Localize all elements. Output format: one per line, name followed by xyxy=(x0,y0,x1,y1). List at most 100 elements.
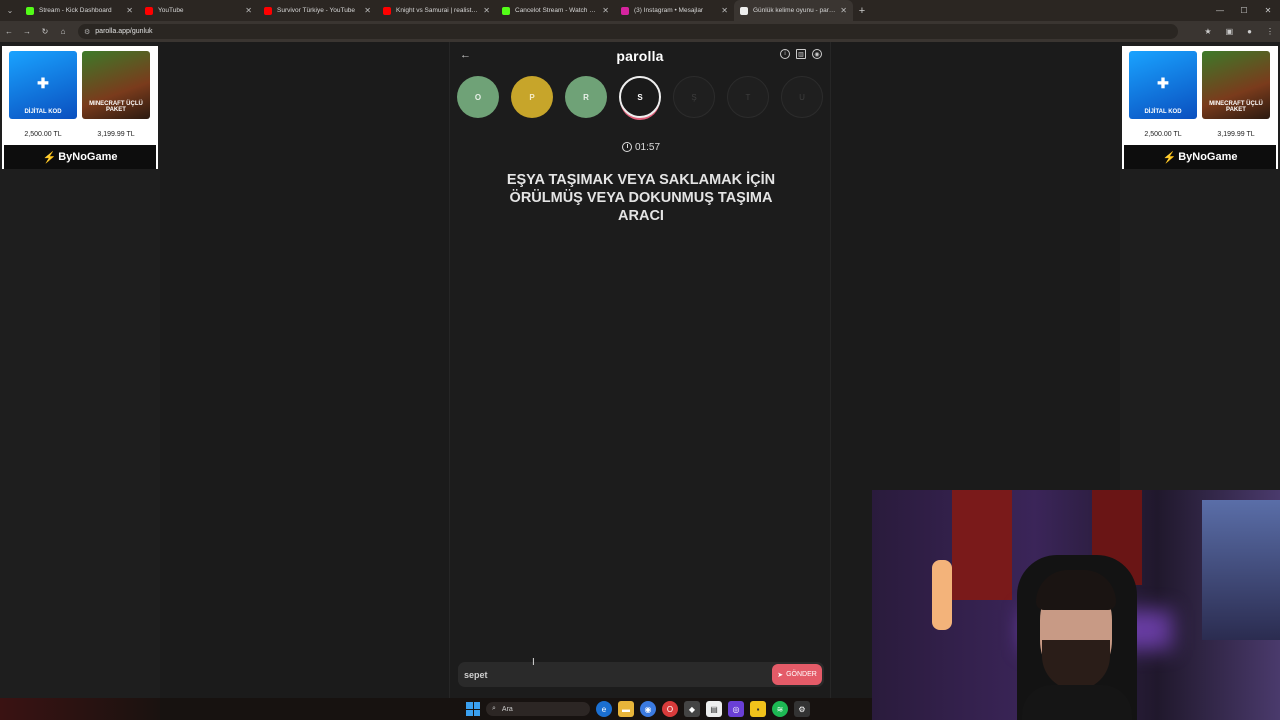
brand-bar[interactable]: ⚡ ByNoGame xyxy=(1124,145,1276,169)
youtube-icon xyxy=(145,6,153,15)
reload-icon[interactable]: ↻ xyxy=(36,27,54,36)
answer-input[interactable] xyxy=(464,666,764,683)
tab-title: Knight vs Samurai | realistic, m xyxy=(396,7,480,14)
edge-icon[interactable]: e xyxy=(596,701,612,717)
brand-bar[interactable]: ⚡ ByNoGame xyxy=(4,145,156,169)
product-price: 3,199.99 TL xyxy=(1217,131,1255,138)
answer-form: ➤GÖNDER xyxy=(458,662,824,687)
maximize-icon[interactable]: ☐ xyxy=(1232,0,1256,21)
back-arrow-icon[interactable]: ← xyxy=(0,27,18,36)
info-icon[interactable]: i xyxy=(780,49,790,59)
product-price: 2,500.00 TL xyxy=(24,131,62,138)
minimize-icon[interactable]: — xyxy=(1208,0,1232,21)
tab-title: Survivor Türkiye - YouTube xyxy=(277,7,356,14)
letter-circle-upcoming: T xyxy=(727,76,769,118)
brand-name: ByNoGame xyxy=(1178,151,1238,163)
browser-tab[interactable]: (3) Instagram • Mesajlar ✕ xyxy=(615,0,734,21)
webcam-overlay xyxy=(872,490,1280,720)
brand-name: ByNoGame xyxy=(58,151,118,163)
browser-tab[interactable]: Stream - Kick Dashboard ✕ xyxy=(20,0,139,21)
send-plane-icon: ➤ xyxy=(777,671,784,679)
letter-circle-upcoming: Ş xyxy=(673,76,715,118)
browser-tab[interactable]: Cancelot Stream - Watch Live o ✕ xyxy=(496,0,615,21)
playstation-card-image[interactable]: ✚ DİJİTAL KOD xyxy=(9,51,77,119)
playstation-plus-icon: ✚ xyxy=(37,75,49,91)
tab-title: Günlük kelime oyunu - parolla xyxy=(753,7,837,14)
youtube-icon xyxy=(383,6,391,15)
browser-tab-bar: ⌄ Stream - Kick Dashboard ✕ YouTube ✕ Surviv… xyxy=(0,0,1280,21)
new-tab-button[interactable]: + xyxy=(853,5,871,17)
browser-tab[interactable]: Knight vs Samurai | realistic, m ✕ xyxy=(377,0,496,21)
clock-icon xyxy=(621,142,632,152)
notepad-icon[interactable]: ▤ xyxy=(706,701,722,717)
question-text: EŞYA TAŞIMAK VEYA SAKLAMAK İÇİN ÖRÜLMÜŞ … xyxy=(506,172,776,224)
playstation-card-image[interactable]: ✚ DİJİTAL KOD xyxy=(1129,51,1197,119)
header-icons: i ▥ ◉ xyxy=(780,49,822,59)
url-text: parolla.app/gunluk xyxy=(95,28,153,35)
back-arrow-icon[interactable]: ← xyxy=(460,49,471,61)
taskbar-search[interactable]: ⌕ Ara xyxy=(486,702,590,716)
bookmark-star-icon[interactable]: ★ xyxy=(1204,27,1211,36)
close-tab-icon[interactable]: ✕ xyxy=(602,6,609,15)
spotify-icon[interactable]: ≋ xyxy=(772,701,788,717)
game-logo: parolla xyxy=(616,48,664,64)
letter-circle-current: S xyxy=(619,76,661,118)
youtube-icon xyxy=(264,6,272,15)
close-tab-icon[interactable]: ✕ xyxy=(840,6,847,15)
text-cursor-icon: I xyxy=(532,657,535,668)
close-tab-icon[interactable]: ✕ xyxy=(721,6,728,15)
extensions-icon[interactable]: ▣ xyxy=(1226,27,1234,36)
tab-title: (3) Instagram • Mesajlar xyxy=(634,7,704,14)
browser-menu-icon[interactable]: ⋮ xyxy=(1266,27,1274,36)
url-field[interactable]: ⚙ parolla.app/gunluk xyxy=(78,24,1178,39)
gear-icon[interactable]: ⚙ xyxy=(794,701,810,717)
close-tab-icon[interactable]: ✕ xyxy=(126,6,133,15)
right-ad-banner[interactable]: ✚ DİJİTAL KOD MINECRAFT ÜÇLÜ PAKET 2,500… xyxy=(1122,46,1278,169)
timer-value: 01:57 xyxy=(634,142,661,153)
product-label: MINECRAFT ÜÇLÜ PAKET xyxy=(89,101,143,113)
sticky-notes-icon[interactable]: ▪ xyxy=(750,701,766,717)
product-price: 2,500.00 TL xyxy=(1144,131,1182,138)
close-tab-icon[interactable]: ✕ xyxy=(364,6,371,15)
stats-icon[interactable]: ▥ xyxy=(796,49,806,59)
forward-arrow-icon[interactable]: → xyxy=(18,27,36,36)
taskbar-wallpaper xyxy=(0,698,160,720)
home-icon[interactable]: ⌂ xyxy=(54,27,72,36)
product-price: 3,199.99 TL xyxy=(97,131,135,138)
product-label: MINECRAFT ÜÇLÜ PAKET xyxy=(1209,101,1263,113)
send-label: GÖNDER xyxy=(786,671,817,678)
letter-wheel: OPRSŞTU xyxy=(457,76,823,118)
browser-tab[interactable]: Survivor Türkiye - YouTube ✕ xyxy=(258,0,377,21)
settings-app-icon[interactable]: ◆ xyxy=(684,701,700,717)
close-tab-icon[interactable]: ✕ xyxy=(245,6,252,15)
lamp xyxy=(932,560,952,630)
minecraft-bundle-image[interactable]: MINECRAFT ÜÇLÜ PAKET xyxy=(82,51,150,119)
obs-icon[interactable]: ◎ xyxy=(728,701,744,717)
game-header: ← parolla i ▥ ◉ xyxy=(450,42,830,70)
user-icon[interactable]: ◉ xyxy=(812,49,822,59)
game-panel: ← parolla i ▥ ◉ OPRSŞTU 01:57 EŞYA TAŞIM… xyxy=(449,42,831,698)
toolbar-right: ★ ▣ ● ⋮ xyxy=(1204,21,1274,42)
kick-icon xyxy=(502,6,510,15)
close-tab-icon[interactable]: ✕ xyxy=(483,6,490,15)
send-button[interactable]: ➤ GÖNDER xyxy=(772,664,822,685)
file-explorer-icon[interactable]: ▬ xyxy=(618,701,634,717)
profile-icon[interactable]: ● xyxy=(1247,27,1252,36)
close-window-icon[interactable]: ✕ xyxy=(1256,0,1280,21)
product-label: DİJİTAL KOD xyxy=(24,109,62,115)
site-settings-icon[interactable]: ⚙ xyxy=(84,28,90,36)
browser-tab[interactable]: YouTube ✕ xyxy=(139,0,258,21)
kick-icon xyxy=(26,6,34,15)
chrome-icon[interactable]: ◉ xyxy=(640,701,656,717)
opera-icon[interactable]: O xyxy=(662,701,678,717)
tab-list-chevron-icon[interactable]: ⌄ xyxy=(0,0,20,21)
os-taskbar: ⌕ Ara e ▬ ◉ O ◆ ▤ ◎ ▪ ≋ ⚙ xyxy=(0,698,872,720)
left-ad-banner[interactable]: ✚ DİJİTAL KOD MINECRAFT ÜÇLÜ PAKET 2,500… xyxy=(2,46,158,169)
letter-circle-green: R xyxy=(565,76,607,118)
browser-tab[interactable]: Günlük kelime oyunu - parolla ✕ xyxy=(734,0,853,21)
minecraft-bundle-image[interactable]: MINECRAFT ÜÇLÜ PAKET xyxy=(1202,51,1270,119)
left-sidebar: ✚ DİJİTAL KOD MINECRAFT ÜÇLÜ PAKET 2,500… xyxy=(0,42,160,698)
tab-title: YouTube xyxy=(158,7,184,14)
windows-start-icon[interactable] xyxy=(466,702,480,716)
window-controls: — ☐ ✕ xyxy=(1208,0,1280,21)
